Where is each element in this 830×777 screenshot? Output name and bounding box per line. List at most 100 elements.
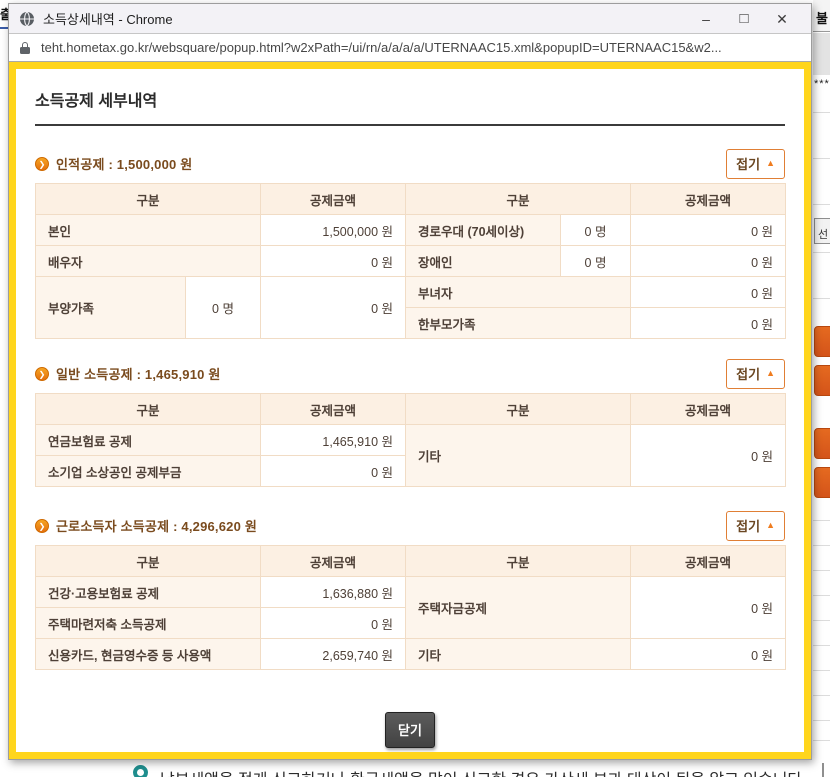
- table-row: 부양가족 0 명 0 원 부녀자 0 원: [36, 277, 786, 308]
- row-label: 기타: [406, 639, 631, 670]
- table-row: 본인 1,500,000 원 경로우대 (70세이상) 0 명 0 원: [36, 215, 786, 246]
- close-window-button[interactable]: ✕: [763, 4, 801, 34]
- lock-icon[interactable]: [19, 40, 33, 56]
- column-header: 구분: [36, 394, 261, 425]
- row-amount: 0 원: [631, 246, 786, 277]
- column-header: 공제금액: [261, 546, 406, 577]
- background-row-line: [813, 740, 830, 741]
- background-row-line: [813, 520, 830, 521]
- column-header: 공제금액: [631, 394, 786, 425]
- row-amount: 0 원: [631, 277, 786, 308]
- row-amount: 0 원: [261, 246, 406, 277]
- close-button[interactable]: 닫기: [385, 712, 435, 748]
- maximize-button[interactable]: □: [725, 4, 763, 34]
- section-title: 인적공제 : 1,500,000 원: [56, 154, 192, 173]
- table-header-row: 구분 공제금액 구분 공제금액: [36, 546, 786, 577]
- background-row-line: [813, 570, 830, 571]
- column-header: 구분: [36, 184, 261, 215]
- column-header: 구분: [406, 394, 631, 425]
- minimize-button[interactable]: –: [687, 4, 725, 34]
- background-orange-button[interactable]: [814, 326, 830, 357]
- chrome-popup-window: 소득상세내역 - Chrome – □ ✕ teht.hometax.go.kr…: [8, 3, 812, 760]
- row-amount: 0 원: [261, 277, 406, 339]
- row-amount: 0 원: [631, 425, 786, 487]
- section-bullet-icon: ❯: [35, 519, 49, 533]
- table-header-row: 구분 공제금액 구분 공제금액: [36, 184, 786, 215]
- section-title: 일반 소득공제 : 1,465,910 원: [56, 364, 221, 383]
- wage-deduction-table: 구분 공제금액 구분 공제금액 건강·고용보험료 공제 1,636,880 원 …: [35, 545, 786, 670]
- row-label: 주택마련저축 소득공제: [36, 608, 261, 639]
- triangle-up-icon: ▲: [766, 520, 775, 530]
- row-count: 0 명: [186, 277, 261, 339]
- background-right-text: 불: [813, 0, 830, 32]
- row-label: 경로우대 (70세이상): [406, 215, 561, 246]
- table-row: 건강·고용보험료 공제 1,636,880 원 주택자금공제 0 원: [36, 577, 786, 608]
- row-amount: 0 원: [631, 308, 786, 339]
- page-title: 소득공제 세부내역: [35, 87, 785, 126]
- background-row-line: [813, 298, 830, 299]
- column-header: 공제금액: [631, 184, 786, 215]
- globe-icon: [19, 11, 35, 27]
- row-amount: 2,659,740 원: [261, 639, 406, 670]
- background-corner-line: [822, 763, 824, 777]
- background-row-line: [813, 112, 830, 113]
- row-label: 부녀자: [406, 277, 631, 308]
- background-row-line: [813, 204, 830, 205]
- window-titlebar[interactable]: 소득상세내역 - Chrome – □ ✕: [9, 4, 811, 34]
- background-orange-button[interactable]: [814, 428, 830, 459]
- triangle-up-icon: ▲: [766, 158, 775, 168]
- collapse-label: 접기: [736, 516, 760, 535]
- collapse-button-general[interactable]: 접기 ▲: [726, 359, 785, 389]
- row-label: 주택자금공제: [406, 577, 631, 639]
- row-amount: 0 원: [631, 215, 786, 246]
- background-row-line: [813, 695, 830, 696]
- url-text[interactable]: teht.hometax.go.kr/websquare/popup.html?…: [41, 40, 722, 55]
- window-title: 소득상세내역 - Chrome: [43, 9, 173, 28]
- row-amount: 0 원: [261, 456, 406, 487]
- background-row-line: [813, 595, 830, 596]
- background-row-line: [813, 670, 830, 671]
- background-right-strip: 불 *** 선: [813, 0, 830, 777]
- background-row-line: [813, 158, 830, 159]
- row-amount: 0 원: [631, 577, 786, 639]
- section-bullet-icon: ❯: [35, 367, 49, 381]
- section-header-personal: ❯ 인적공제 : 1,500,000 원 접기 ▲: [35, 150, 785, 177]
- background-row-line: [813, 620, 830, 621]
- column-header: 공제금액: [631, 546, 786, 577]
- background-orange-button[interactable]: [814, 467, 830, 498]
- row-label: 건강·고용보험료 공제: [36, 577, 261, 608]
- background-notice-text: 납부세액을 적게 신고하거나 환급세액을 많이 신고한 경우 가산세 부과 대상…: [160, 766, 807, 777]
- row-label: 기타: [406, 425, 631, 487]
- row-label: 소기업 소상공인 공제부금: [36, 456, 261, 487]
- row-label: 연금보험료 공제: [36, 425, 261, 456]
- table-row: 연금보험료 공제 1,465,910 원 기타 0 원: [36, 425, 786, 456]
- address-bar[interactable]: teht.hometax.go.kr/websquare/popup.html?…: [9, 34, 811, 62]
- row-label: 한부모가족: [406, 308, 631, 339]
- collapse-button-wage[interactable]: 접기 ▲: [726, 511, 785, 541]
- background-select-button[interactable]: 선: [814, 218, 830, 244]
- row-count: 0 명: [561, 246, 631, 277]
- collapse-button-personal[interactable]: 접기 ▲: [726, 149, 785, 179]
- row-amount: 1,636,880 원: [261, 577, 406, 608]
- section-header-wage: ❯ 근로소득자 소득공제 : 4,296,620 원 접기 ▲: [35, 512, 785, 539]
- collapse-label: 접기: [736, 364, 760, 383]
- row-count: 0 명: [561, 215, 631, 246]
- table-row: 신용카드, 현금영수증 등 사용액 2,659,740 원 기타 0 원: [36, 639, 786, 670]
- row-amount: 1,465,910 원: [261, 425, 406, 456]
- row-label: 장애인: [406, 246, 561, 277]
- general-deduction-table: 구분 공제금액 구분 공제금액 연금보험료 공제 1,465,910 원 기타 …: [35, 393, 786, 487]
- column-header: 공제금액: [261, 394, 406, 425]
- row-amount: 0 원: [631, 639, 786, 670]
- table-header-row: 구분 공제금액 구분 공제금액: [36, 394, 786, 425]
- section-header-general: ❯ 일반 소득공제 : 1,465,910 원 접기 ▲: [35, 360, 785, 387]
- row-label: 부양가족: [36, 277, 186, 339]
- background-orange-button[interactable]: [814, 365, 830, 396]
- background-row-line: [813, 720, 830, 721]
- column-header: 구분: [406, 184, 631, 215]
- section-bullet-icon: ❯: [35, 157, 49, 171]
- triangle-up-icon: ▲: [766, 368, 775, 378]
- background-row-line: [813, 645, 830, 646]
- column-header: 구분: [36, 546, 261, 577]
- personal-deduction-table: 구분 공제금액 구분 공제금액 본인 1,500,000 원 경로우대 (70세…: [35, 183, 786, 339]
- popup-content: 소득공제 세부내역 ❯ 인적공제 : 1,500,000 원 접기 ▲ 구분 공…: [9, 62, 811, 759]
